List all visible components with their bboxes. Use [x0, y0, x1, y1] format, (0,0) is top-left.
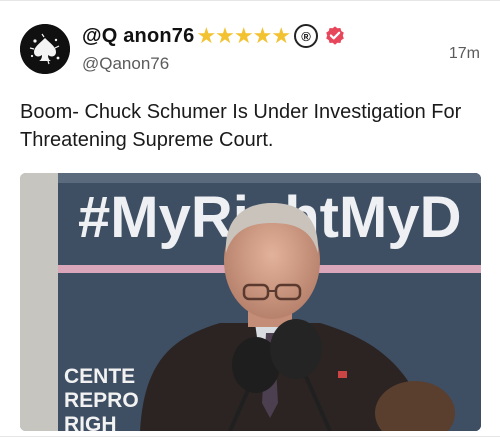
- banner-lower-text-1: CENTE: [64, 365, 135, 388]
- display-name-row: @Q anon76 ★★★★★ ®: [82, 20, 346, 52]
- star-rating-icon: ★★★★★: [196, 23, 291, 48]
- banner-lower-text-2: REPRO: [64, 389, 139, 412]
- post-header: @Q anon76 ★★★★★ ® @Qanon76: [82, 20, 500, 80]
- banner-lower-text-3: RIGH: [64, 413, 117, 431]
- verified-badge-icon: [326, 26, 344, 45]
- display-name[interactable]: @Q anon76: [82, 25, 194, 48]
- media-photo: #MyRightMyD CENTE REPRO RIGH: [20, 173, 481, 431]
- registered-mark-icon: ®: [294, 24, 319, 48]
- user-handle[interactable]: @Qanon76: [82, 54, 169, 74]
- post-timestamp[interactable]: 17m: [449, 45, 480, 63]
- post-media-image[interactable]: #MyRightMyD CENTE REPRO RIGH: [20, 173, 481, 431]
- post-card[interactable]: @Q anon76 ★★★★★ ® @Qanon76 17m Boom- Chu…: [0, 0, 500, 438]
- spade-splash-icon: [20, 24, 70, 74]
- avatar[interactable]: [20, 24, 70, 74]
- bottom-divider: [0, 436, 500, 437]
- post-text: Boom- Chuck Schumer Is Under Investigati…: [20, 101, 462, 151]
